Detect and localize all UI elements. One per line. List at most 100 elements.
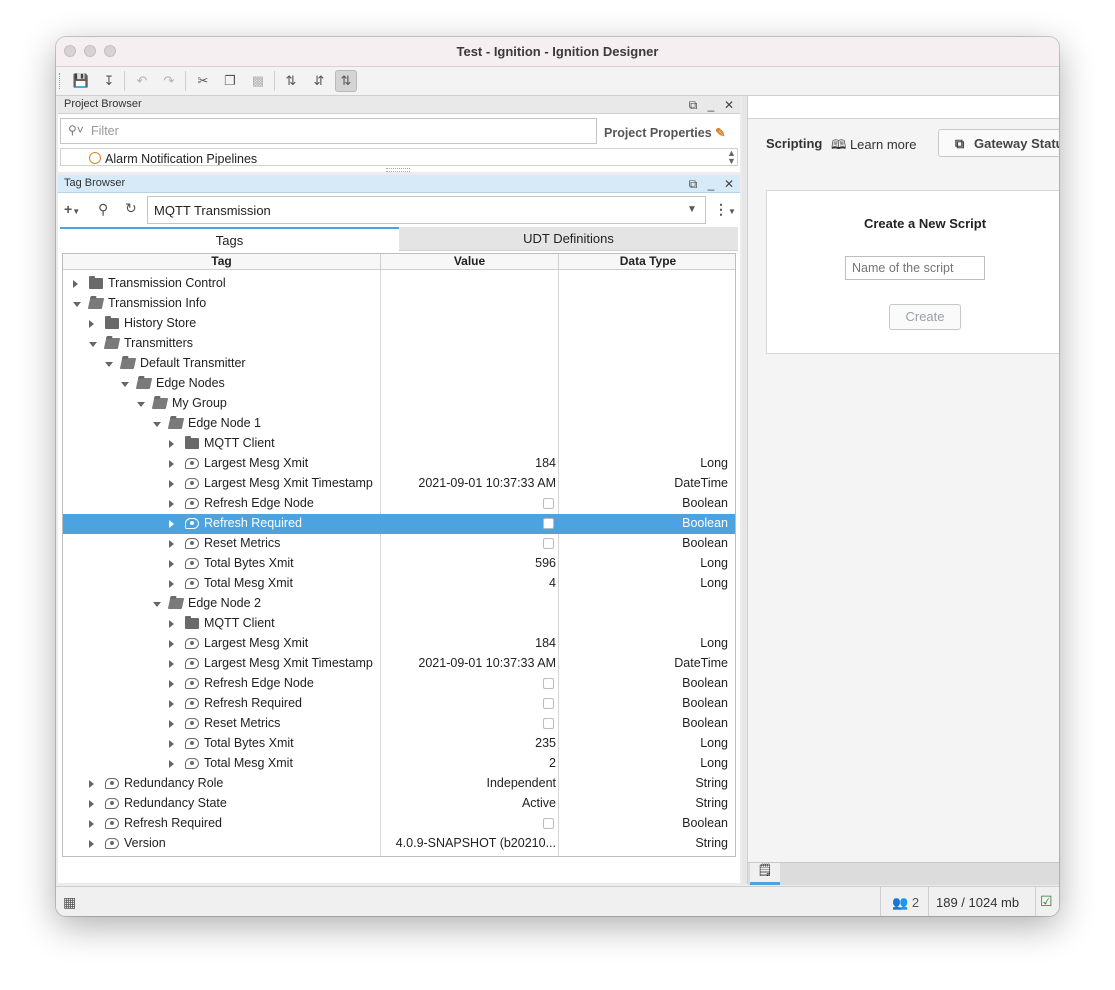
- connected-users[interactable]: 👥 2: [892, 895, 919, 911]
- create-script-button[interactable]: Create: [889, 304, 961, 330]
- boolean-checkbox[interactable]: [543, 518, 554, 529]
- tag-row[interactable]: Total Mesg Xmit 2 Long: [63, 754, 735, 774]
- minimize-panel-icon[interactable]: _: [704, 98, 718, 112]
- float-panel-icon[interactable]: ⧉: [686, 177, 700, 191]
- boolean-checkbox[interactable]: [543, 698, 554, 709]
- tag-row[interactable]: Redundancy Role Independent String: [63, 774, 735, 794]
- scroll-stepper-icon[interactable]: ▲ ▼: [727, 149, 736, 165]
- tag-row[interactable]: Largest Mesg Xmit 184 Long: [63, 634, 735, 654]
- collapse-arrow-icon[interactable]: [105, 362, 113, 367]
- tag-row[interactable]: Reset Metrics Boolean: [63, 534, 735, 554]
- comm-read-only-icon[interactable]: ⇵: [308, 70, 330, 92]
- tag-row[interactable]: Largest Mesg Xmit Timestamp 2021-09-01 10…: [63, 654, 735, 674]
- expand-arrow-icon[interactable]: [89, 800, 94, 808]
- expand-arrow-icon[interactable]: [169, 540, 174, 548]
- expand-arrow-icon[interactable]: [89, 780, 94, 788]
- refresh-icon[interactable]: ↻: [125, 200, 137, 217]
- splitter-grip[interactable]: [386, 168, 410, 172]
- tag-row[interactable]: Refresh Edge Node Boolean: [63, 674, 735, 694]
- close-panel-icon[interactable]: ✕: [722, 177, 736, 191]
- expand-arrow-icon[interactable]: [169, 500, 174, 508]
- close-panel-icon[interactable]: ✕: [722, 98, 736, 112]
- boolean-checkbox[interactable]: [543, 538, 554, 549]
- boolean-checkbox[interactable]: [543, 818, 554, 829]
- project-tree-item[interactable]: Alarm Notification Pipelines: [105, 152, 257, 165]
- memory-usage[interactable]: 189 / 1024 mb: [936, 895, 1019, 910]
- collapse-arrow-icon[interactable]: [121, 382, 129, 387]
- column-header-data-type[interactable]: Data Type: [559, 254, 735, 270]
- tag-row[interactable]: Transmitters: [63, 334, 735, 354]
- expand-arrow-icon[interactable]: [169, 640, 174, 648]
- minimize-panel-icon[interactable]: _: [704, 177, 718, 191]
- tab-tags[interactable]: Tags: [60, 227, 399, 251]
- tag-row[interactable]: Version 4.0.9-SNAPSHOT (b20210... String: [63, 834, 735, 854]
- comm-read-write-icon[interactable]: ⇅: [335, 70, 357, 92]
- grid-menu-icon[interactable]: ▦: [63, 894, 76, 911]
- collapse-arrow-icon[interactable]: [137, 402, 145, 407]
- tag-row[interactable]: Edge Node 1: [63, 414, 735, 434]
- boolean-checkbox[interactable]: [543, 718, 554, 729]
- expand-arrow-icon[interactable]: [169, 580, 174, 588]
- project-filter-input[interactable]: ⚲˅ Filter: [60, 118, 597, 144]
- save-icon[interactable]: 💾: [70, 70, 92, 92]
- boolean-checkbox[interactable]: [543, 678, 554, 689]
- undo-icon[interactable]: ↶: [131, 70, 153, 92]
- expand-arrow-icon[interactable]: [169, 720, 174, 728]
- column-header-tag[interactable]: Tag: [63, 254, 381, 270]
- column-header-value[interactable]: Value: [381, 254, 559, 270]
- tag-row[interactable]: Redundancy State Active String: [63, 794, 735, 814]
- learn-more-link[interactable]: 🕮 Learn more: [831, 136, 916, 158]
- tag-row[interactable]: Largest Mesg Xmit 184 Long: [63, 454, 735, 474]
- expand-arrow-icon[interactable]: [169, 480, 174, 488]
- expand-arrow-icon[interactable]: [169, 660, 174, 668]
- expand-arrow-icon[interactable]: [89, 820, 94, 828]
- tag-row[interactable]: My Group: [63, 394, 735, 414]
- collapse-arrow-icon[interactable]: [73, 302, 81, 307]
- tag-row[interactable]: Refresh Required Boolean: [63, 694, 735, 714]
- expand-arrow-icon[interactable]: [169, 460, 174, 468]
- expand-arrow-icon[interactable]: [169, 700, 174, 708]
- script-console-tab[interactable]: 🗒: [750, 863, 780, 885]
- tag-row[interactable]: Largest Mesg Xmit Timestamp 2021-09-01 10…: [63, 474, 735, 494]
- tag-row[interactable]: Refresh Required Boolean: [63, 514, 735, 534]
- expand-arrow-icon[interactable]: [169, 760, 174, 768]
- script-name-input[interactable]: [845, 256, 985, 280]
- collapse-arrow-icon[interactable]: [153, 422, 161, 427]
- tag-row[interactable]: Total Bytes Xmit 235 Long: [63, 734, 735, 754]
- tag-row[interactable]: Refresh Required Boolean: [63, 814, 735, 834]
- tag-row[interactable]: Total Mesg Xmit 4 Long: [63, 574, 735, 594]
- tag-row[interactable]: Refresh Edge Node Boolean: [63, 494, 735, 514]
- expand-arrow-icon[interactable]: [89, 320, 94, 328]
- tag-row[interactable]: Transmission Control: [63, 274, 735, 294]
- expand-arrow-icon[interactable]: [169, 440, 174, 448]
- tag-row[interactable]: MQTT Client: [63, 434, 735, 454]
- redo-icon[interactable]: ↷: [158, 70, 180, 92]
- tag-row[interactable]: MQTT Client: [63, 614, 735, 634]
- tag-row[interactable]: Reset Metrics Boolean: [63, 714, 735, 734]
- project-properties-link[interactable]: Project Properties ✎: [604, 125, 726, 140]
- tag-row[interactable]: Transmission Info: [63, 294, 735, 314]
- save-and-publish-icon[interactable]: ↧: [98, 70, 120, 92]
- expand-arrow-icon[interactable]: [169, 560, 174, 568]
- expand-arrow-icon[interactable]: [89, 840, 94, 848]
- expand-arrow-icon[interactable]: [169, 620, 174, 628]
- tag-row[interactable]: Total Bytes Xmit 596 Long: [63, 554, 735, 574]
- add-tag-icon[interactable]: +▼: [64, 201, 80, 217]
- tag-row[interactable]: Default Transmitter: [63, 354, 735, 374]
- toolbar-grip[interactable]: [59, 73, 63, 89]
- copy-icon[interactable]: ❐: [219, 70, 241, 92]
- expand-arrow-icon[interactable]: [169, 680, 174, 688]
- float-panel-icon[interactable]: ⧉: [686, 98, 700, 112]
- expand-arrow-icon[interactable]: [73, 280, 78, 288]
- search-tags-icon[interactable]: ⚲: [98, 201, 108, 218]
- tag-row[interactable]: Edge Node 2: [63, 594, 735, 614]
- expand-arrow-icon[interactable]: [169, 740, 174, 748]
- gateway-connected-icon[interactable]: ☑: [1040, 893, 1053, 910]
- tag-provider-select[interactable]: MQTT Transmission ▼: [147, 196, 706, 224]
- tag-row[interactable]: Edge Nodes: [63, 374, 735, 394]
- gateway-status-button[interactable]: ⧉ Gateway Status: [938, 129, 1059, 157]
- cut-icon[interactable]: ✂: [192, 70, 214, 92]
- tab-udt-definitions[interactable]: UDT Definitions: [399, 227, 738, 251]
- collapse-arrow-icon[interactable]: [153, 602, 161, 607]
- more-options-icon[interactable]: ⋮▼: [714, 201, 736, 218]
